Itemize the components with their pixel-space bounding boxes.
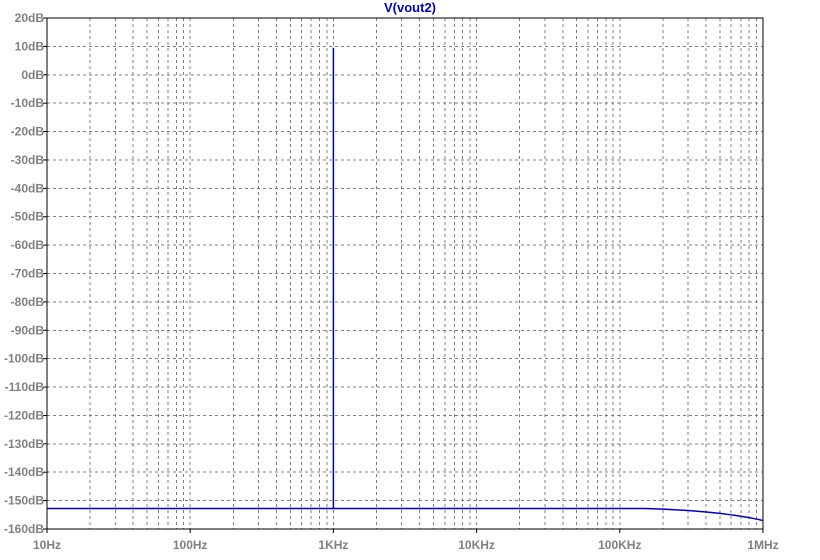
x-tick-label: 100KHz: [598, 538, 641, 552]
plot-area: V(vout2) 20dB 10dB 0dB -10dB -20dB -30dB -40dB…: [0, 0, 820, 555]
y-tick-label: 0dB: [21, 68, 44, 82]
y-tick-label: -110dB: [5, 380, 45, 394]
spectrum-plot: 20dB10dB0dB-10dB-20dB-30dB-40dB-50dB-60d…: [4, 11, 779, 552]
y-tick-label: -60dB: [11, 238, 45, 252]
chart-title: V(vout2): [384, 0, 436, 15]
y-tick-label: -80dB: [11, 295, 45, 309]
y-tick-label: -40dB: [11, 181, 45, 195]
series-trace: [47, 47, 764, 522]
x-tick-label: 1MHz: [747, 538, 778, 552]
x-tick-label: 10Hz: [33, 538, 61, 552]
y-tick-label: -10dB: [11, 96, 45, 110]
y-tick-label: -30dB: [11, 153, 45, 167]
y-tick-label: -130dB: [4, 437, 44, 451]
y-tick-label: -50dB: [11, 210, 45, 224]
y-tick-label: -20dB: [11, 125, 45, 139]
x-tick-label: 10KHz: [458, 538, 495, 552]
y-tick-label: -160dB: [4, 522, 44, 536]
y-tick-label: 10dB: [15, 39, 45, 53]
y-tick-label: -150dB: [4, 494, 44, 508]
y-tick-label: -120dB: [4, 408, 44, 422]
y-tick-label: -90dB: [11, 323, 45, 337]
y-tick-label: -100dB: [4, 352, 44, 366]
y-tick-label: -70dB: [11, 267, 45, 281]
x-tick-label: 100Hz: [173, 538, 208, 552]
x-tick-label: 1KHz: [318, 538, 348, 552]
y-tick-label: -140dB: [4, 465, 44, 479]
